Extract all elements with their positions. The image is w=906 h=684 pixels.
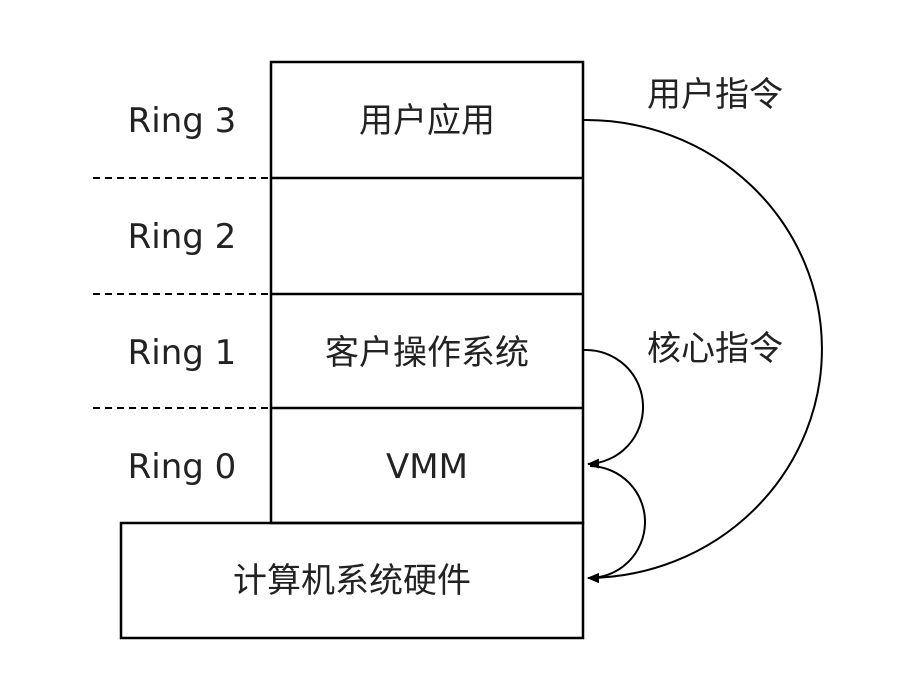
ring-content: 用户应用 (359, 101, 495, 141)
kernel-instruction-arrow (583, 348, 645, 469)
ring-label: Ring 3 (128, 101, 237, 141)
hardware-label: 计算机系统硬件 (233, 561, 471, 601)
ring-label: Ring 1 (128, 333, 237, 373)
vmm-to-hardware-arrow (587, 465, 646, 584)
ring-label: Ring 0 (128, 447, 237, 487)
user-instructions-label: 用户指令 (647, 75, 783, 115)
kernel-instructions-label: 核心指令 (647, 329, 783, 369)
ring-privilege-diagram: Ring 3 Ring 2 Ring 1 Ring 0 用户应用 客户操作系统 … (0, 0, 906, 680)
ring-content: VMM (386, 447, 468, 487)
ring-label: Ring 2 (128, 217, 237, 257)
diagram-svg: Ring 3 Ring 2 Ring 1 Ring 0 用户应用 客户操作系统 … (93, 60, 823, 640)
ring-content: 客户操作系统 (325, 333, 529, 373)
